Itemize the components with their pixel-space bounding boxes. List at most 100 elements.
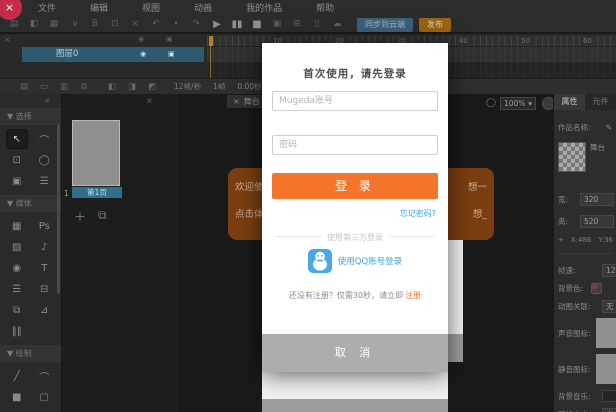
lock-column-lock-icon[interactable]: ▣ — [166, 35, 173, 43]
publish-button[interactable]: 发布 — [419, 18, 451, 32]
edit-frames-icon[interactable]: ◩ — [146, 82, 158, 92]
transform-tool[interactable]: ▣ — [7, 172, 27, 190]
zoom-tool[interactable]: ◯ — [34, 151, 54, 169]
redo-icon[interactable]: ↷ — [190, 15, 202, 34]
barcode-tool[interactable]: ‖‖ — [7, 322, 27, 340]
brush-icon[interactable]: B — [89, 15, 101, 34]
image-tool[interactable]: ▧ — [7, 238, 27, 256]
history-icon[interactable]: • — [170, 15, 182, 34]
third-party-divider-label: 使用第三方登录 — [321, 232, 389, 243]
section-header-select[interactable]: ▼ 选择 — [0, 108, 61, 125]
text-tool[interactable]: T — [34, 259, 54, 277]
tab-properties[interactable]: 属性 — [554, 94, 585, 110]
menu-file[interactable]: 文件 — [38, 1, 56, 14]
menu-edit[interactable]: 编辑 — [90, 1, 108, 14]
menu-view[interactable]: 视图 — [142, 1, 160, 14]
pages-panel-close-icon[interactable]: × — [146, 96, 153, 105]
layer-eye-icon[interactable]: ◉ — [140, 47, 146, 62]
section-header-draw[interactable]: ▼ 绘制 — [0, 345, 61, 362]
marquee-tool[interactable]: ⊡ — [7, 151, 27, 169]
menu-animation[interactable]: 动画 — [194, 1, 212, 14]
edit-name-icon[interactable]: ✎ — [606, 123, 612, 132]
cancel-button[interactable]: 取 消 — [262, 334, 448, 372]
lasso-tool[interactable]: ⌒ — [34, 130, 54, 148]
list-tool[interactable]: ☰ — [7, 280, 27, 298]
sound-icon-image-box[interactable] — [596, 318, 616, 348]
tool-panel-scrollbar[interactable] — [57, 124, 60, 294]
page-thumbnail-label[interactable]: 第1页 — [72, 187, 122, 198]
code-tool[interactable]: ⧉ — [7, 301, 27, 319]
adjust-tool[interactable]: ☰ — [34, 172, 54, 190]
delete-frame-icon[interactable]: ▥ — [58, 82, 70, 92]
height-input[interactable]: 520 — [580, 215, 614, 228]
paste-icon[interactable]: ∨ — [69, 15, 81, 34]
pause-icon[interactable]: ▮▮ — [231, 15, 243, 34]
forgot-password-link[interactable]: 忘记密码? — [274, 208, 436, 219]
width-input[interactable]: 320 — [580, 193, 614, 206]
add-page-button[interactable]: ＋ — [74, 208, 86, 225]
zoom-level-dropdown[interactable]: 100% ▾ — [500, 97, 536, 110]
clip-icon[interactable]: ⊡ — [109, 15, 121, 34]
visibility-column-eye-icon[interactable]: ◉ — [138, 35, 144, 43]
register-link[interactable]: 注册 — [405, 291, 421, 300]
timeline-close-icon[interactable]: × — [4, 35, 11, 44]
new-folder-icon[interactable]: ▭ — [38, 82, 50, 92]
icon-size-input[interactable]: 小 — [602, 408, 616, 412]
properties-panel: 属性元件 作品名称: ✎ 舞台 宽:320高:520 + X:486 Y:36 … — [553, 94, 616, 412]
layer-lock-icon[interactable]: ▣ — [168, 47, 175, 62]
chart-tool[interactable]: ⊿ — [34, 301, 54, 319]
new-keyframe-icon[interactable]: ▤ — [18, 82, 30, 92]
duplicate-frame-icon[interactable]: ⧉ — [78, 82, 90, 92]
menu-help[interactable]: 帮助 — [316, 1, 334, 14]
menu-my-works[interactable]: 我的作品 — [246, 1, 282, 14]
property-row-height: 高:520 — [554, 210, 616, 232]
line-tool[interactable]: ╱ — [7, 367, 27, 385]
play-icon[interactable]: ▶ — [211, 15, 223, 34]
import-icon[interactable]: ◧ — [28, 15, 40, 34]
background-color-picker[interactable] — [591, 283, 602, 294]
layer-row[interactable]: 图层0 ◉ ▣ — [22, 47, 204, 62]
qr-code-icon[interactable]: ⊞ — [291, 15, 303, 34]
multi-frame-icon[interactable]: ◨ — [126, 82, 138, 92]
rect-tool[interactable]: ■ — [7, 388, 27, 406]
undo-icon[interactable]: ↶ — [150, 15, 162, 34]
fps-label: 12帧/秒 — [174, 81, 201, 92]
photoshop-tool[interactable]: Ps — [34, 217, 54, 235]
stage-transparency-swatch[interactable] — [558, 142, 586, 172]
password-input[interactable]: 密码 — [272, 135, 438, 155]
onion-skin-icon[interactable]: ◧ — [106, 82, 118, 92]
preview-icon[interactable]: ▣ — [271, 15, 283, 34]
tab-components[interactable]: 元件 — [585, 94, 616, 110]
audio-tool[interactable]: ♪ — [34, 238, 54, 256]
rounded-rect-tool[interactable]: ▢ — [34, 388, 54, 406]
stage-tab-close-icon[interactable]: × — [233, 97, 240, 106]
save-icon[interactable]: ▦ — [48, 15, 60, 34]
stage-tab[interactable]: × 舞台 — [227, 95, 266, 108]
arc-tool[interactable]: ⌒ — [34, 367, 54, 385]
grid-media-tool[interactable]: ▦ — [7, 217, 27, 235]
gif-link-input[interactable]: 无 — [602, 300, 616, 313]
page-thumbnail[interactable] — [72, 120, 120, 186]
mute-icon-image-box[interactable] — [596, 354, 616, 384]
export-page-button[interactable]: ⧉ — [98, 208, 107, 225]
mobile-preview-icon[interactable]: ▯ — [311, 15, 323, 34]
qq-login-row[interactable]: 使用QQ账号登录 — [262, 249, 448, 273]
cloud-icon[interactable]: ☁ — [331, 15, 343, 34]
board-tool[interactable]: ⊟ — [34, 280, 54, 298]
login-button[interactable]: 登 录 — [272, 173, 438, 199]
frame-rate-input[interactable]: 12 — [602, 264, 616, 277]
playhead-marker[interactable] — [209, 36, 213, 46]
video-tool[interactable]: ◉ — [7, 259, 27, 277]
qq-penguin-icon[interactable] — [308, 249, 332, 273]
expand-position-icon[interactable]: + — [558, 236, 564, 244]
account-input[interactable]: Mugeda账号 — [272, 91, 438, 111]
zoom-magnifier-icon[interactable]: ◯ — [486, 98, 496, 109]
stop-icon[interactable]: ■ — [251, 15, 263, 34]
tool-panel-close-icon[interactable]: × — [44, 96, 51, 105]
qq-login-label[interactable]: 使用QQ账号登录 — [338, 255, 402, 267]
delete-icon[interactable]: × — [129, 15, 141, 34]
section-header-media[interactable]: ▼ 媒体 — [0, 195, 61, 212]
sync-to-cloud-button[interactable]: 同步到云端 — [357, 18, 413, 32]
select-tool[interactable]: ↖ — [7, 130, 27, 148]
background-music-field[interactable] — [602, 390, 616, 402]
